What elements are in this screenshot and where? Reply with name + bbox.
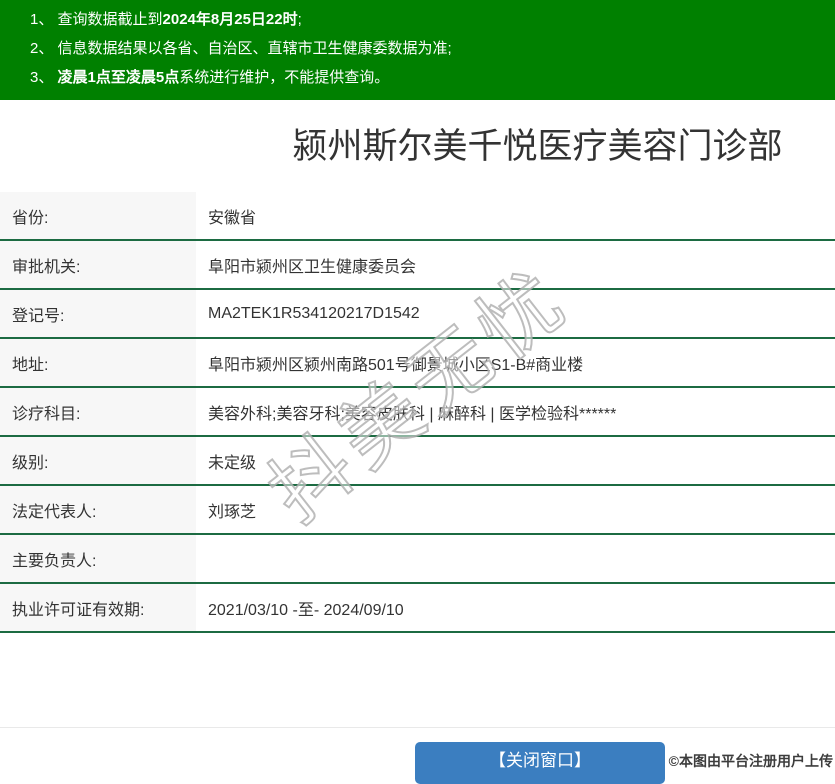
notice-line: 2、 信息数据结果以各省、自治区、直辖市卫生健康委数据为准; <box>30 34 825 63</box>
field-label: 省份: <box>0 192 196 239</box>
notice-text: ; <box>297 11 302 28</box>
field-value: 未定级 <box>208 454 257 472</box>
notice-line: 3、 凌晨1点至凌晨5点系统进行维护，不能提供查询。 <box>30 63 825 92</box>
field-value: 阜阳市颍州区颍州南路501号御景城小区S1-B#商业楼 <box>208 356 584 374</box>
table-row-level: 级别: 未定级 <box>0 437 835 486</box>
field-value: 刘琢芝 <box>208 503 257 521</box>
notice-number: 2、 <box>30 40 58 57</box>
field-value: 美容外科;美容牙科;美容皮肤科 | 麻醉科 | 医学检验科****** <box>208 405 617 423</box>
info-table: 省份: 安徽省 审批机关: 阜阳市颍州区卫生健康委员会 登记号: MA2TEK1… <box>0 192 835 633</box>
field-value <box>196 535 835 582</box>
field-label: 级别: <box>0 437 196 484</box>
page-title: 颍州斯尔美千悦医疗美容门诊部 <box>292 127 783 166</box>
notice-number: 1、 <box>30 11 58 28</box>
notice-bold-text: 凌晨1点至凌晨5点 <box>57 69 180 86</box>
table-row-province: 省份: 安徽省 <box>0 192 835 241</box>
notice-text: 查询数据截止到 <box>57 11 163 28</box>
field-value: MA2TEK1R534120217D1542 <box>208 304 420 322</box>
table-row-license-validity: 执业许可证有效期: 2021/03/10 -至- 2024/09/10 <box>0 584 835 633</box>
notice-text: 系统进行维护，不能提供查询。 <box>179 69 390 86</box>
field-label: 法定代表人: <box>0 486 196 533</box>
notice-line: 1、 查询数据截止到2024年8月25日22时; <box>30 5 825 34</box>
field-label: 地址: <box>0 339 196 386</box>
notice-bold-text: 2024年8月25日22时 <box>162 11 298 28</box>
copyright-badge: ©本图由平台注册用户上传 <box>668 753 833 769</box>
notice-banner: 1、 查询数据截止到2024年8月25日22时; 2、 信息数据结果以各省、自治… <box>0 0 835 100</box>
table-row-legal-representative: 法定代表人: 刘琢芝 <box>0 486 835 535</box>
close-window-button[interactable]: 【关闭窗口】 <box>415 742 665 784</box>
notice-number: 3、 <box>30 69 58 86</box>
field-value: 安徽省 <box>208 209 257 227</box>
table-row-registration-number: 登记号: MA2TEK1R534120217D1542 <box>0 290 835 339</box>
field-value: 2021/03/10 -至- 2024/09/10 <box>208 601 404 619</box>
table-row-principal: 主要负责人: <box>0 535 835 584</box>
table-row-address: 地址: 阜阳市颍州区颍州南路501号御景城小区S1-B#商业楼 <box>0 339 835 388</box>
field-value: 阜阳市颍州区卫生健康委员会 <box>208 258 417 276</box>
table-row-treatment-subjects: 诊疗科目: 美容外科;美容牙科;美容皮肤科 | 麻醉科 | 医学检验科*****… <box>0 388 835 437</box>
field-label: 诊疗科目: <box>0 388 196 435</box>
table-row-approval-authority: 审批机关: 阜阳市颍州区卫生健康委员会 <box>0 241 835 290</box>
field-label: 主要负责人: <box>0 535 196 582</box>
field-label: 审批机关: <box>0 241 196 288</box>
field-label: 登记号: <box>0 290 196 337</box>
field-label: 执业许可证有效期: <box>0 584 196 631</box>
footer-divider <box>0 727 835 728</box>
notice-text: 信息数据结果以各省、自治区、直辖市卫生健康委数据为准; <box>57 40 452 57</box>
